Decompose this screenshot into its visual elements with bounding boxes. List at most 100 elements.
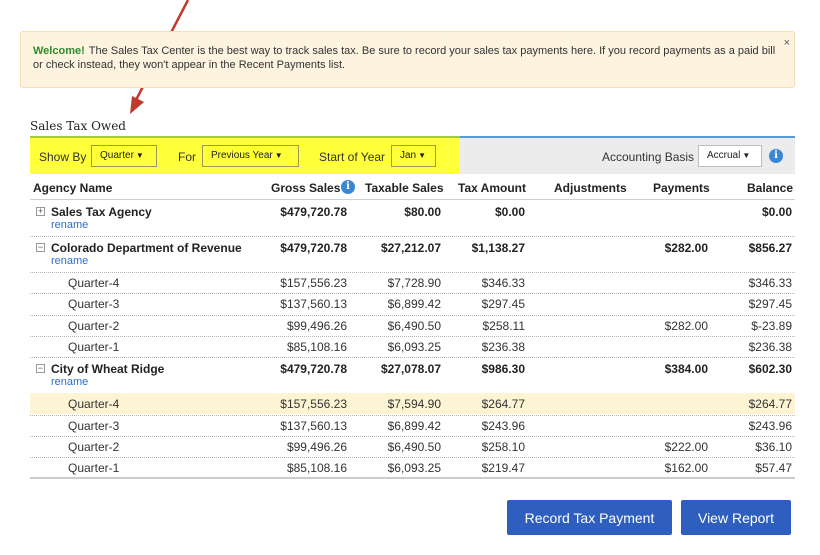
minus-box-icon[interactable]: − <box>36 243 45 252</box>
agency-name: Colorado Department of Revenue <box>51 241 242 255</box>
caret-down-icon: ▼ <box>418 151 427 160</box>
accounting-basis-label: Accounting Basis <box>602 150 695 164</box>
tax-value: $258.11 <box>482 318 526 333</box>
caret-down-icon: ▼ <box>274 151 283 160</box>
gross-value: $99,496.26 <box>286 318 347 333</box>
quarter-row: Quarter-1 $85,108.16 $6,093.25 $236.38 $236.… <box>30 336 795 357</box>
quarter-label: Quarter-3 <box>68 297 120 312</box>
quarter-label: Quarter-3 <box>68 418 120 433</box>
quarter-label: Quarter-4 <box>68 397 120 412</box>
column-header-tax[interactable]: Tax Amount <box>458 181 526 195</box>
gross-value: $137,560.13 <box>280 418 347 433</box>
banner-text: Welcome! The Sales Tax Center is the best… <box>33 44 778 72</box>
gross-value: $157,556.23 <box>280 276 347 290</box>
quarter-label: Quarter-4 <box>68 276 120 290</box>
minus-box-icon[interactable]: − <box>36 364 45 374</box>
tax-value: $236.38 <box>481 339 525 354</box>
quarter-row: Quarter-3 $137,560.13 $6,899.42 $297.45 $297… <box>30 293 795 314</box>
table-bottom-border <box>30 477 795 479</box>
tax-value: $243.96 <box>481 418 525 433</box>
gross-value: $137,560.13 <box>280 297 347 312</box>
record-tax-payment-button[interactable]: Record Tax Payment <box>507 500 672 535</box>
gross-value: $85,108.16 <box>286 461 347 476</box>
agency-row: + Sales Tax Agency rename $479,720.78 $80.00… <box>30 200 795 236</box>
quarter-row: Quarter-3 $137,560.13 $6,899.42 $243.96 $243… <box>30 415 795 436</box>
close-icon[interactable]: × <box>784 37 790 49</box>
info-icon[interactable]: i <box>769 149 783 163</box>
welcome-banner: Welcome! The Sales Tax Center is the best… <box>20 31 795 88</box>
column-header-adjustments[interactable]: Adjustments <box>554 181 627 195</box>
taxable-value: $80.00 <box>404 205 441 219</box>
start-of-year-dropdown[interactable]: Jan ▼ <box>391 145 436 167</box>
column-header-payments[interactable]: Payments <box>653 181 710 195</box>
start-of-year-label: Start of Year <box>319 150 386 164</box>
for-value: Previous Year <box>211 150 273 161</box>
tax-value: $264.77 <box>481 397 525 412</box>
quarter-row: Quarter-1 $85,108.16 $6,093.25 $219.47 $162.… <box>30 457 795 478</box>
payments-value: $162.00 <box>664 461 708 476</box>
taxable-value: $7,594.90 <box>387 397 441 412</box>
gross-value: $157,556.23 <box>280 397 347 412</box>
balance-value: $0.00 <box>761 205 792 219</box>
accounting-basis-dropdown[interactable]: Accrual ▼ <box>698 145 762 167</box>
quarter-row: Quarter-2 $99,496.26 $6,490.50 $258.10 $222.… <box>30 436 795 457</box>
rename-link[interactable]: rename <box>51 376 88 388</box>
balance-value: $243.96 <box>748 418 792 433</box>
column-header-gross[interactable]: Gross Sales <box>271 181 340 195</box>
quarter-label: Quarter-2 <box>68 318 120 333</box>
caret-down-icon: ▼ <box>135 151 144 160</box>
tax-value: $986.30 <box>481 362 525 377</box>
payments-value: $384.00 <box>664 362 708 377</box>
column-header-balance[interactable]: Balance <box>747 181 793 195</box>
taxable-value: $7,728.90 <box>387 276 441 290</box>
banner-message: The Sales Tax Center is the best way to … <box>33 45 776 71</box>
tax-value: $258.10 <box>481 439 525 454</box>
taxable-value: $6,899.42 <box>387 418 441 433</box>
for-dropdown[interactable]: Previous Year ▼ <box>202 145 299 167</box>
quarter-label: Quarter-1 <box>68 461 120 476</box>
payments-value: $282.00 <box>664 241 708 255</box>
rename-link[interactable]: rename <box>51 219 88 231</box>
quarter-row: Quarter-4 $157,556.23 $7,594.90 $264.77 $264… <box>30 393 795 415</box>
tax-value: $219.47 <box>481 461 525 476</box>
taxable-value: $6,899.42 <box>387 297 441 312</box>
taxable-value: $27,078.07 <box>380 362 441 377</box>
plus-box-icon[interactable]: + <box>36 207 45 216</box>
payments-value: $282.00 <box>664 318 708 333</box>
tax-value: $0.00 <box>494 205 525 219</box>
rename-link[interactable]: rename <box>51 255 88 267</box>
balance-value: $-23.89 <box>751 318 792 333</box>
agency-name: Sales Tax Agency <box>51 205 152 219</box>
agency-row: − Colorado Department of Revenue rename $47… <box>30 236 795 272</box>
for-label: For <box>178 150 196 164</box>
column-header-agency[interactable]: Agency Name <box>33 181 112 195</box>
quarter-row: Quarter-4 $157,556.23 $7,728.90 $346.33 $346… <box>30 272 795 293</box>
balance-value: $856.27 <box>748 241 792 255</box>
column-header-taxable[interactable]: Taxable Sales <box>365 181 444 195</box>
quarter-row: Quarter-2 $99,496.26 $6,490.50 $258.11 $282.… <box>30 315 795 336</box>
start-of-year-value: Jan <box>400 150 417 161</box>
tax-value: $346.33 <box>481 276 525 290</box>
balance-value: $602.30 <box>748 362 792 377</box>
payments-value: $222.00 <box>664 439 708 454</box>
banner-welcome: Welcome! <box>33 45 85 57</box>
balance-value: $236.38 <box>748 339 792 354</box>
show-by-value: Quarter <box>100 150 134 161</box>
balance-value: $297.45 <box>748 297 792 312</box>
agency-row: − City of Wheat Ridge rename $479,720.78 $27… <box>30 357 795 393</box>
tax-value: $1,138.27 <box>471 241 525 255</box>
view-report-button[interactable]: View Report <box>681 500 791 535</box>
balance-value: $264.77 <box>748 397 792 412</box>
show-by-dropdown[interactable]: Quarter ▼ <box>91 145 157 167</box>
section-title: Sales Tax Owed <box>30 119 126 133</box>
gross-value: $85,108.16 <box>286 339 347 354</box>
quarter-label: Quarter-1 <box>68 339 120 354</box>
gross-value: $99,496.26 <box>286 439 347 454</box>
caret-down-icon: ▼ <box>742 151 751 160</box>
taxable-value: $6,093.25 <box>387 339 441 354</box>
taxable-value: $6,490.50 <box>387 439 441 454</box>
taxable-value: $6,490.50 <box>387 318 441 333</box>
quarter-label: Quarter-2 <box>68 439 120 454</box>
balance-value: $36.10 <box>755 439 792 454</box>
info-icon[interactable]: i <box>341 180 355 194</box>
